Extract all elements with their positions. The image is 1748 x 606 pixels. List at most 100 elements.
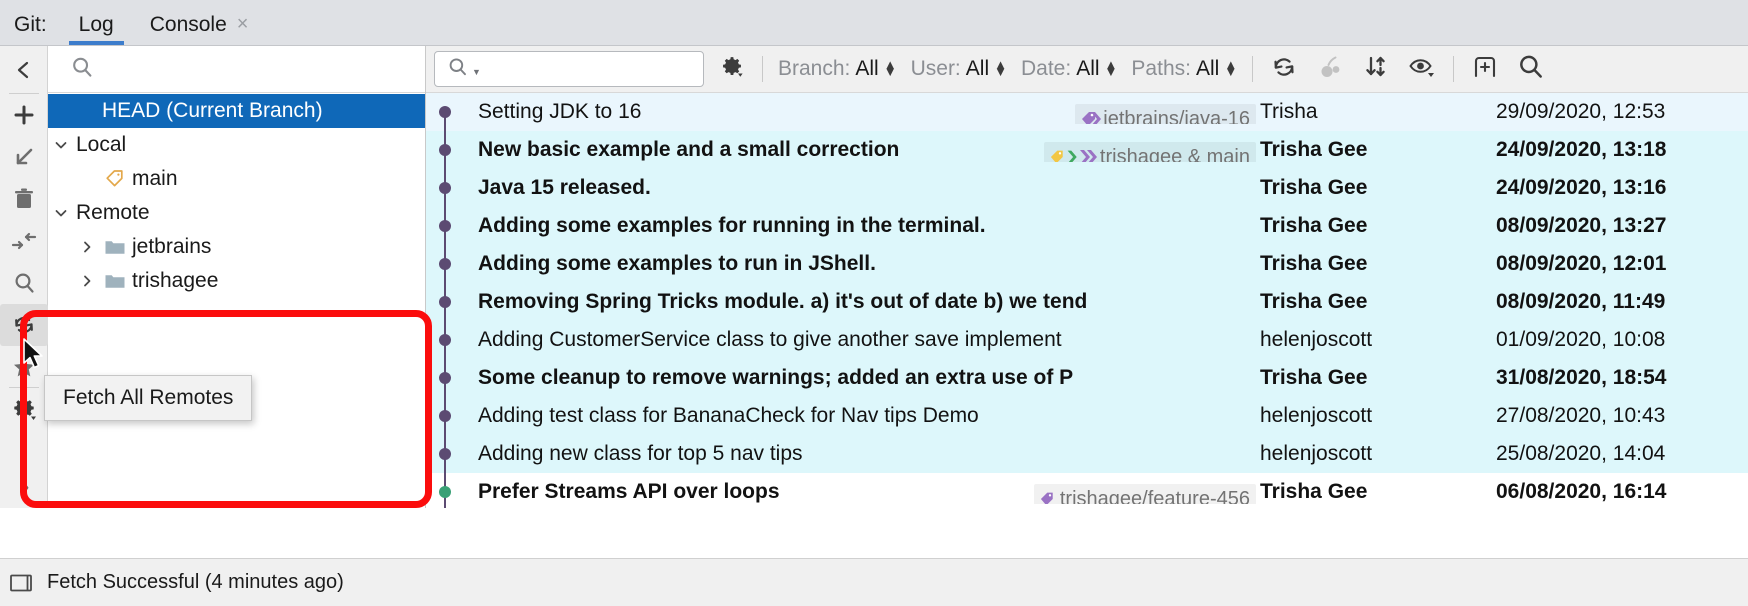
commit-graph-cell [426, 473, 464, 508]
checkout-button[interactable] [0, 136, 48, 178]
commit-row[interactable]: Setting JDK to 16 jetbrains/java-16 Tris… [426, 93, 1748, 131]
git-log-tool-window: Git: Log Console × [0, 0, 1748, 606]
tree-row-label: trishagee [130, 269, 218, 293]
user-filter[interactable]: User: All ▲▼ [904, 57, 1014, 81]
commit-author: helenjoscott [1256, 442, 1488, 466]
window-layout-icon[interactable] [9, 572, 33, 594]
branch-search-row[interactable] [48, 46, 425, 93]
tree-row-remote[interactable]: Remote [48, 196, 425, 230]
toolbar-separator [762, 56, 763, 82]
date-filter-label: Date: [1021, 57, 1071, 81]
tree-row-main[interactable]: main [48, 162, 425, 196]
commit-row[interactable]: Java 15 released. Trisha Gee 24/09/2020,… [426, 169, 1748, 207]
commit-date: 29/09/2020, 12:53 [1488, 100, 1748, 124]
commit-subject-cell: Adding new class for top 5 nav tips [464, 442, 1256, 466]
log-search-field[interactable]: ▼ [434, 51, 704, 87]
commit-subject-cell: Java 15 released. [464, 176, 1256, 200]
show-details-button[interactable] [1399, 47, 1445, 91]
commit-subject-cell: Adding test class for BananaCheck for Na… [464, 404, 1256, 428]
commit-row[interactable]: New basic example and a small correction… [426, 131, 1748, 169]
open-search-button[interactable] [1508, 47, 1554, 91]
commit-graph-cell [426, 245, 464, 283]
paths-filter[interactable]: Paths: All ▲▼ [1124, 57, 1244, 81]
gear-dropdown-icon [11, 396, 37, 422]
tree-row-label: Remote [74, 201, 150, 225]
commit-date: 08/09/2020, 11:49 [1488, 290, 1748, 314]
commit-refs[interactable]: trishagee & main [1044, 142, 1256, 162]
commit-list[interactable]: Setting JDK to 16 jetbrains/java-16 Tris… [426, 93, 1748, 508]
branches-panel: HEAD (Current Branch) Local main [48, 46, 426, 508]
tab-log[interactable]: Log [61, 14, 132, 45]
paths-filter-label: Paths: [1131, 57, 1191, 81]
commit-author: Trisha Gee [1256, 252, 1488, 276]
commit-date: 06/08/2020, 16:14 [1488, 480, 1748, 504]
commit-row[interactable]: Adding some examples to run in JShell. T… [426, 245, 1748, 283]
commit-subject: New basic example and a small correction [478, 138, 899, 162]
commit-row[interactable]: Adding some examples for running in the … [426, 207, 1748, 245]
toolbar-separator [1453, 56, 1454, 82]
commit-row[interactable]: Prefer Streams API over loops trishagee/… [426, 473, 1748, 508]
fetch-all-remotes-tooltip: Fetch All Remotes [44, 375, 252, 421]
magnifier-icon [12, 271, 36, 295]
branch-filter-value: All [855, 57, 878, 81]
commit-row[interactable]: Removing Spring Tricks module. a) it's o… [426, 283, 1748, 321]
diff-preview-icon [1471, 54, 1499, 85]
chevron-down-icon[interactable] [48, 137, 74, 153]
commit-subject-cell: Adding some examples for running in the … [464, 214, 1256, 238]
commit-refs[interactable]: jetbrains/java-16 [1075, 104, 1256, 124]
show-diff-preview-button[interactable] [1462, 47, 1508, 91]
eye-dropdown-icon [1408, 54, 1436, 85]
commit-author: Trisha Gee [1256, 480, 1488, 504]
commit-row[interactable]: Adding new class for top 5 nav tips hele… [426, 435, 1748, 473]
commit-subject: Some cleanup to remove warnings; added a… [478, 366, 1073, 390]
merge-button[interactable] [0, 220, 48, 262]
user-filter-value: All [966, 57, 989, 81]
branch-filter[interactable]: Branch: All ▲▼ [771, 57, 904, 81]
commit-author: Trisha Gee [1256, 290, 1488, 314]
commit-subject: Removing Spring Tricks module. a) it's o… [478, 290, 1087, 314]
delete-branch-button[interactable] [0, 178, 48, 220]
folder-icon [100, 237, 130, 257]
commit-subject: Java 15 released. [478, 176, 651, 200]
plus-icon [12, 103, 36, 127]
more-button[interactable]: ›› [0, 466, 48, 508]
commit-graph-cell [426, 359, 464, 397]
tab-console[interactable]: Console × [132, 14, 267, 45]
settings-button[interactable] [0, 388, 48, 430]
commit-refs-label: jetbrains/java-16 [1103, 108, 1250, 125]
commit-row[interactable]: Adding CustomerService class to give ano… [426, 321, 1748, 359]
new-branch-button[interactable] [0, 94, 48, 136]
close-icon[interactable]: × [237, 14, 249, 34]
date-filter[interactable]: Date: All ▲▼ [1014, 57, 1124, 81]
commit-subject: Adding some examples to run in JShell. [478, 252, 876, 276]
tree-row-jetbrains[interactable]: jetbrains [48, 230, 425, 264]
chevron-right-icon[interactable] [74, 239, 100, 255]
log-settings-button[interactable] [710, 47, 754, 91]
tooltip-text: Fetch All Remotes [63, 386, 233, 409]
commit-graph-cell [426, 131, 464, 169]
chevron-right-icon[interactable] [74, 273, 100, 289]
search-branches-button[interactable] [0, 262, 48, 304]
refresh-icon [1271, 54, 1297, 85]
commit-row[interactable]: Some cleanup to remove warnings; added a… [426, 359, 1748, 397]
commit-row[interactable]: Adding test class for BananaCheck for Na… [426, 397, 1748, 435]
commit-subject-cell: New basic example and a small correction… [464, 138, 1256, 162]
commit-graph-cell [426, 93, 464, 131]
refresh-log-button[interactable] [1261, 47, 1307, 91]
intellisort-button[interactable] [1353, 47, 1399, 91]
branch-filter-label: Branch: [778, 57, 850, 81]
magnifier-dropdown-icon [447, 56, 469, 83]
tree-row-local[interactable]: Local [48, 128, 425, 162]
commit-author: helenjoscott [1256, 404, 1488, 428]
commit-subject: Prefer Streams API over loops [478, 480, 780, 504]
tree-row-head[interactable]: HEAD (Current Branch) [48, 94, 425, 128]
branch-search-input[interactable] [104, 57, 364, 82]
chevron-down-icon[interactable] [48, 205, 74, 221]
commit-subject: Adding CustomerService class to give ano… [478, 328, 1062, 352]
chevron-down-icon[interactable]: ▼ [472, 67, 481, 77]
commit-refs[interactable]: trishagee/feature-456 [1034, 484, 1256, 504]
log-search-input[interactable] [484, 57, 679, 81]
collapse-back-button[interactable] [0, 46, 48, 94]
commit-refs-label: trishagee/feature-456 [1060, 488, 1250, 505]
tree-row-trishagee[interactable]: trishagee [48, 264, 425, 298]
